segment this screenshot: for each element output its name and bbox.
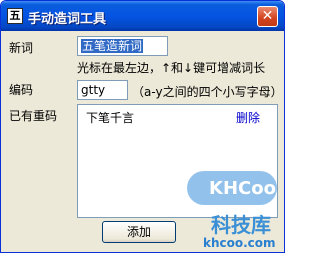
watermark-logo: KHCoo [187,171,277,205]
watermark: KHCoo 科技库 khcoo.com [169,169,284,252]
new-word-value: 五笔造新词 [81,39,144,53]
code-label: 编码 [9,83,34,97]
watermark-name: 科技库 [211,213,271,237]
code-input[interactable]: gtty [77,80,128,100]
title-bar[interactable]: 五 手动造词工具 ✕ [1,1,284,31]
new-word-label: 新词 [9,41,34,55]
app-icon: 五 [7,8,23,24]
existing-word: 下笔千言 [86,111,135,125]
delete-link[interactable]: 删除 [236,109,260,126]
close-button[interactable]: ✕ [257,6,278,27]
window-title: 手动造词工具 [28,12,107,27]
code-value: gtty [81,83,106,97]
add-button[interactable]: 添加 [102,221,176,243]
watermark-url: khcoo.com [203,236,276,250]
dialog-window: 五 手动造词工具 ✕ 新词 五笔造新词 光标在最左边，↑和↓键可增减词长 编码 … [0,0,285,253]
code-hint: （a-y之间的四个小写字母） [132,85,283,99]
list-item: 下笔千言 删除 [86,109,272,125]
new-word-hint: 光标在最左边，↑和↓键可增减词长 [77,61,266,75]
existing-codes-label: 已有重码 [9,109,58,123]
watermark-logo-text: KHCoo [209,178,276,199]
new-word-input[interactable]: 五笔造新词 [77,36,168,56]
